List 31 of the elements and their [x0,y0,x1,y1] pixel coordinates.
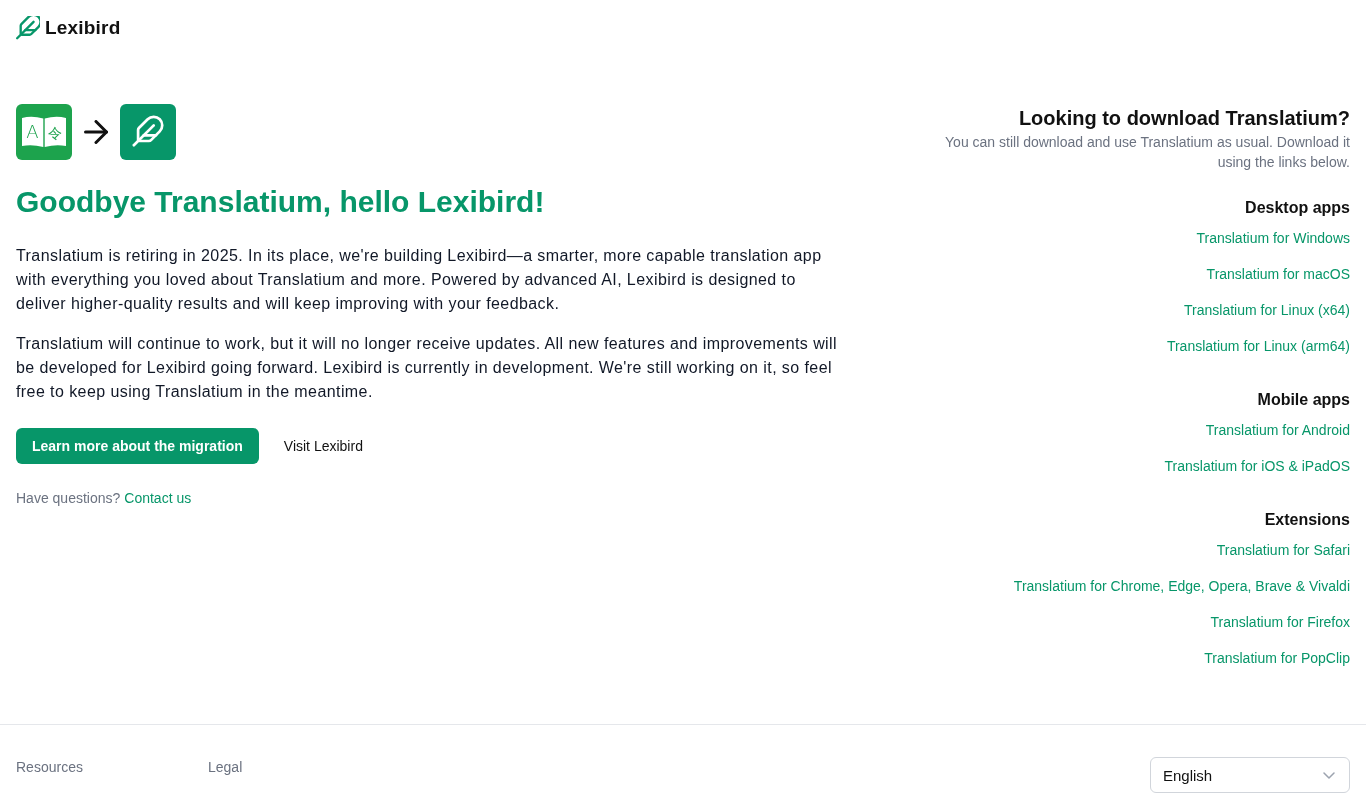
logo-text[interactable]: Lexibird [45,16,121,40]
feather-tile-icon [120,104,176,160]
section-heading: Mobile apps [1257,390,1350,410]
book-tile-icon: A 令 [16,104,72,160]
section-heading: Desktop apps [1245,198,1350,218]
section-heading: Extensions [1264,510,1350,530]
download-link[interactable]: Translatium for Firefox [1210,612,1350,632]
download-description: You can still download and use Translatium as usual. Download it using the links below. [944,133,1350,172]
download-link[interactable]: Translatium for Linux (arm64) [1166,336,1350,356]
download-link[interactable]: Translatium for iOS & iPadOS [1164,456,1350,476]
download-link[interactable]: Translatium for macOS [1206,264,1350,284]
body-paragraph: Translatium is retiring in 2025. In its place, we're building Lexibird—a smarter, more capable translation app with everything you loved about Translatium and more. Powered by advanced AI, Lexibird is designed to deliver higher-quality results and will keep improving with your feedback. [16,246,823,314]
chevron-down-icon [1323,771,1335,779]
download-link[interactable]: Translatium for Linux (x64) [1184,300,1350,320]
download-link[interactable]: Translatium for Windows [1196,228,1350,248]
arrow-right-icon [84,120,108,144]
download-heading: Looking to download Translatium? [1018,106,1350,131]
page-title: Goodbye Translatium, hello Lexibird! [16,184,546,220]
footer-column-heading: Resources [16,759,83,775]
text-button[interactable]: Visit Lexibird [267,428,379,464]
contact-prompt: Have questions? [16,489,121,508]
download-link[interactable]: Translatium for PopClip [1204,648,1350,668]
language-select[interactable]: English [1150,757,1350,793]
download-link[interactable]: Translatium for Android [1205,420,1350,440]
download-link[interactable]: Translatium for Chrome, Edge, Opera, Brave & Vivaldi [1013,576,1350,596]
footer-column-heading: Legal [208,759,243,775]
contact-link[interactable]: Contact us [124,488,192,508]
feather-logo-icon [16,16,40,40]
primary-button[interactable]: Learn more about the migration [16,428,259,464]
body-paragraph: Translatium will continue to work, but it will no longer receive updates. All new features and improvements will be developed for Lexibird going forward. Lexibird is currently in development. We're still working on it, so feel free to keep using Translatium in the meantime. [16,334,839,402]
download-link[interactable]: Translatium for Safari [1216,540,1350,560]
